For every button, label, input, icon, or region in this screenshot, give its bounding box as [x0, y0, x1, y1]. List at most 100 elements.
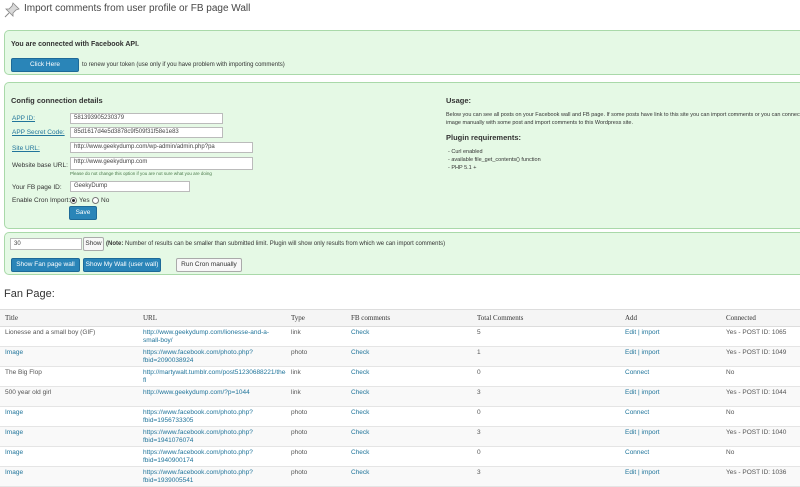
row-check-link[interactable]: Check — [346, 366, 472, 387]
row-check-link[interactable]: Check — [346, 326, 472, 347]
row-title: The Big Flop — [0, 366, 138, 387]
cron-yes-radio[interactable] — [70, 197, 77, 204]
page-header: Import comments from user profile or FB … — [0, 0, 800, 22]
note-text: Number of results can be smaller than su… — [123, 241, 446, 247]
save-button[interactable]: Save — [69, 206, 97, 220]
pushpin-icon — [4, 2, 20, 18]
row-add-link[interactable]: Edit | import — [620, 466, 721, 487]
row-total-comments: 1 — [472, 346, 620, 367]
app-id-field[interactable]: 581393905230379 — [70, 113, 223, 124]
row-url-link[interactable]: https://www.facebook.com/photo.php?fbid=… — [138, 406, 286, 427]
usage-text: Below you can see all posts on your Face… — [446, 112, 800, 126]
fb-page-label: Your FB page ID: — [12, 184, 62, 191]
table-row: 500 year old girl http://www.geekydump.c… — [0, 386, 800, 407]
table-row: Image https://www.facebook.com/photo.php… — [0, 406, 800, 427]
row-url-link[interactable]: https://www.facebook.com/photo.php?fbid=… — [138, 446, 286, 467]
row-add-link[interactable]: Connect — [620, 366, 721, 387]
row-check-link[interactable]: Check — [346, 406, 472, 427]
app-secret-label[interactable]: APP Secret Code: — [12, 129, 65, 136]
run-cron-button[interactable]: Run Cron manually — [176, 258, 242, 272]
renew-token-button[interactable]: Click Here — [11, 58, 79, 72]
show-button[interactable]: Show — [83, 237, 104, 251]
column-header-total-comments: Total Comments — [472, 309, 620, 327]
row-title: Image — [0, 346, 138, 367]
row-total-comments: 0 — [472, 446, 620, 467]
row-type: photo — [286, 466, 346, 487]
row-total-comments: 0 — [472, 406, 620, 427]
row-url-link[interactable]: http://martywalt.tumblr.com/post51230688… — [138, 366, 286, 387]
site-url-label[interactable]: Site URL: — [12, 145, 40, 152]
connection-status: You are connected with Facebook API. — [11, 41, 139, 48]
fetch-panel: 30 Show (Note: Number of results can be … — [4, 232, 800, 275]
table-row: Image https://www.facebook.com/photo.php… — [0, 426, 800, 447]
row-url-link[interactable]: https://www.facebook.com/photo.php?fbid=… — [138, 346, 286, 367]
page-title: Import comments from user profile or FB … — [24, 3, 251, 14]
row-connected: Yes - POST ID: 1044 — [721, 386, 800, 407]
show-my-wall-button[interactable]: Show My Wall (user wall) — [83, 258, 161, 272]
row-url-link[interactable]: https://www.facebook.com/photo.php?fbid=… — [138, 466, 286, 487]
row-total-comments: 0 — [472, 366, 620, 387]
result-count-input[interactable]: 30 — [10, 238, 82, 250]
row-add-link[interactable]: Edit | import — [620, 386, 721, 407]
renew-token-text: to renew your token (use only if you hav… — [82, 62, 285, 68]
column-header-add: Add — [620, 309, 721, 327]
row-add-link[interactable]: Edit | import — [620, 426, 721, 447]
row-type: photo — [286, 346, 346, 367]
row-total-comments: 3 — [472, 386, 620, 407]
row-type: photo — [286, 446, 346, 467]
table-header-row: Title URL Type FB comments Total Comment… — [0, 309, 800, 327]
row-connected: Yes - POST ID: 1065 — [721, 326, 800, 347]
row-check-link[interactable]: Check — [346, 346, 472, 367]
limit-note: (Note: Number of results can be smaller … — [106, 241, 445, 247]
row-type: photo — [286, 426, 346, 447]
table-row: The Big Flop http://martywalt.tumblr.com… — [0, 366, 800, 387]
row-title: 500 year old girl — [0, 386, 138, 407]
requirement-item: - available file_get_contents() function — [448, 157, 541, 163]
app-secret-field[interactable]: 85d1617d4e5d3878c9f509f31f58e1e83 — [70, 127, 223, 138]
website-base-hint: Please do not change this option if you … — [70, 171, 212, 176]
row-total-comments: 3 — [472, 426, 620, 447]
row-connected: Yes - POST ID: 1049 — [721, 346, 800, 367]
table-row: Image https://www.facebook.com/photo.php… — [0, 446, 800, 467]
config-title: Config connection details — [11, 96, 103, 105]
row-type: link — [286, 386, 346, 407]
cron-no-label: No — [101, 197, 110, 204]
app-id-label[interactable]: APP ID: — [12, 115, 35, 122]
requirement-item: - Curl enabled — [448, 149, 483, 155]
row-add-link[interactable]: Edit | import — [620, 326, 721, 347]
row-check-link[interactable]: Check — [346, 386, 472, 407]
row-total-comments: 3 — [472, 466, 620, 487]
requirement-item: - PHP 5.1 + — [448, 165, 477, 171]
connection-panel: You are connected with Facebook API. Cli… — [4, 30, 800, 75]
row-add-link[interactable]: Connect — [620, 446, 721, 467]
cron-no-radio[interactable] — [92, 197, 99, 204]
row-url-link[interactable]: http://www.geekydump.com/?p=1044 — [138, 386, 286, 407]
column-header-url: URL — [138, 309, 286, 327]
row-type: link — [286, 366, 346, 387]
row-add-link[interactable]: Edit | import — [620, 346, 721, 367]
row-type: link — [286, 326, 346, 347]
fb-page-field[interactable]: GeekyDump — [70, 181, 190, 192]
row-url-link[interactable]: https://www.facebook.com/photo.php?fbid=… — [138, 426, 286, 447]
column-header-fb-comments: FB comments — [346, 309, 472, 327]
website-base-field[interactable]: http://www.geekydump.com — [70, 157, 253, 170]
cron-yes-label: Yes — [79, 197, 90, 204]
fan-page-table: Title URL Type FB comments Total Comment… — [0, 309, 800, 487]
row-title: Image — [0, 466, 138, 487]
row-title: Image — [0, 426, 138, 447]
row-connected: No — [721, 406, 800, 427]
requirements-title: Plugin requirements: — [446, 133, 522, 142]
config-panel: Config connection details APP ID: 581393… — [4, 82, 800, 229]
row-title: Image — [0, 406, 138, 427]
website-base-label: Website base URL: — [12, 162, 68, 169]
show-fan-wall-button[interactable]: Show Fan page wall — [11, 258, 80, 272]
row-connected: Yes - POST ID: 1040 — [721, 426, 800, 447]
row-check-link[interactable]: Check — [346, 426, 472, 447]
row-add-link[interactable]: Connect — [620, 406, 721, 427]
site-url-field[interactable]: http://www.geekydump.com/wp-admin/admin.… — [70, 142, 253, 153]
row-check-link[interactable]: Check — [346, 446, 472, 467]
row-check-link[interactable]: Check — [346, 466, 472, 487]
column-header-connected: Connected — [721, 309, 800, 327]
row-total-comments: 5 — [472, 326, 620, 347]
row-url-link[interactable]: http://www.geekydump.com/lionesse-and-a-… — [138, 326, 286, 347]
